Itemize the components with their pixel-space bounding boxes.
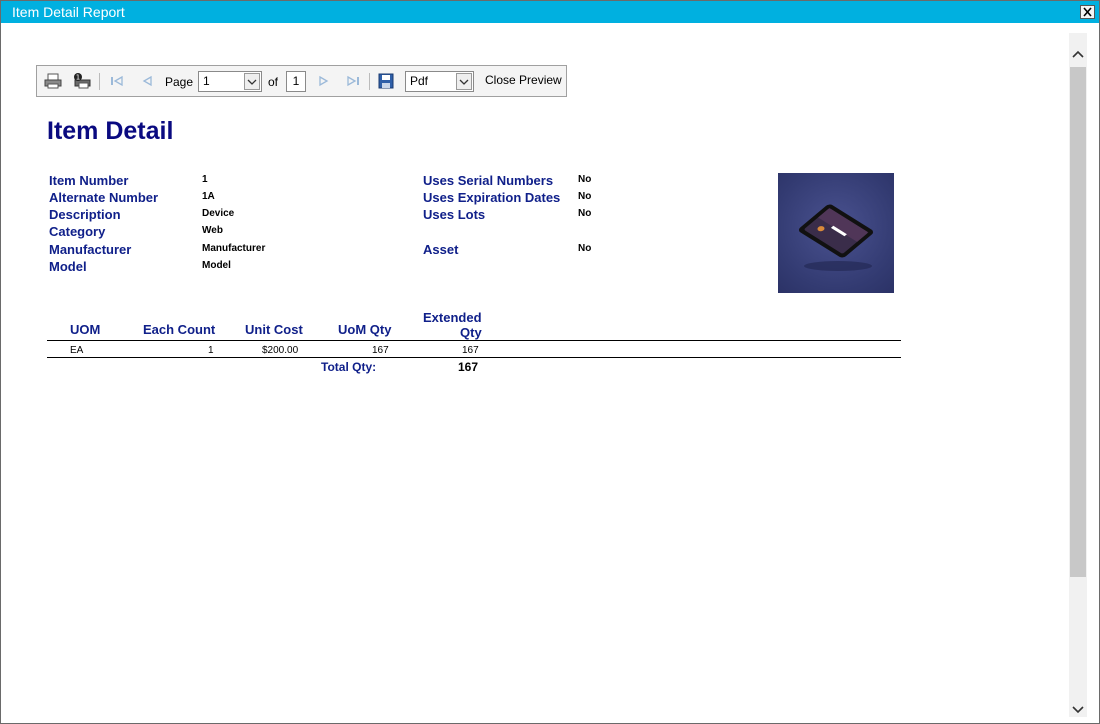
chevron-up-icon bbox=[1072, 50, 1084, 58]
asset-label: Asset bbox=[423, 242, 459, 257]
cell-unit-cost: $200.00 bbox=[262, 345, 299, 356]
scrollbar-thumb[interactable] bbox=[1070, 67, 1086, 577]
page-number-value: 1 bbox=[203, 74, 210, 88]
item-image bbox=[778, 173, 894, 293]
manufacturer-label: Manufacturer bbox=[49, 242, 132, 257]
category-value: Web bbox=[202, 225, 223, 236]
col-header-each-count: Each Count bbox=[143, 322, 216, 337]
close-window-button[interactable] bbox=[1080, 5, 1095, 19]
uses-serial-numbers-label: Uses Serial Numbers bbox=[423, 173, 554, 188]
report-title: Item Detail bbox=[47, 117, 174, 145]
of-label: of bbox=[268, 75, 279, 89]
model-label: Model bbox=[49, 259, 87, 274]
toolbar-separator bbox=[99, 73, 100, 90]
toolbar-separator bbox=[369, 73, 370, 90]
svg-text:1: 1 bbox=[76, 74, 80, 82]
item-number-label: Item Number bbox=[49, 173, 129, 188]
page-label: Page bbox=[165, 75, 194, 89]
chevron-down-icon[interactable] bbox=[456, 73, 472, 90]
report-viewer-toolbar: 1 Page 1 of 1 Pdf Close Preview bbox=[36, 65, 567, 97]
close-icon bbox=[1083, 7, 1092, 17]
col-header-unit-cost: Unit Cost bbox=[245, 322, 303, 337]
chevron-down-icon[interactable] bbox=[244, 73, 260, 90]
uses-serial-numbers-value: No bbox=[578, 174, 592, 185]
print-options-icon[interactable]: 1 bbox=[72, 72, 92, 90]
chevron-down-icon bbox=[1072, 706, 1084, 714]
model-value: Model bbox=[202, 260, 231, 271]
window-title: Item Detail Report bbox=[12, 4, 125, 20]
next-page-icon[interactable] bbox=[313, 72, 333, 90]
description-value: Device bbox=[202, 208, 235, 219]
title-bar: Item Detail Report bbox=[1, 1, 1099, 23]
cell-extended-qty: 167 bbox=[462, 345, 479, 356]
tablet-device-image bbox=[798, 204, 874, 271]
cell-uom: EA bbox=[70, 345, 84, 356]
scroll-up-button[interactable] bbox=[1069, 33, 1087, 67]
total-pages-field: 1 bbox=[286, 71, 306, 92]
scroll-down-button[interactable] bbox=[1069, 683, 1087, 717]
asset-value: No bbox=[578, 243, 592, 254]
uses-lots-value: No bbox=[578, 208, 592, 219]
export-format-select[interactable]: Pdf bbox=[405, 71, 474, 92]
save-disk-icon[interactable] bbox=[376, 72, 396, 90]
manufacturer-value: Manufacturer bbox=[202, 243, 266, 254]
export-format-value: Pdf bbox=[410, 74, 429, 88]
alternate-number-label: Alternate Number bbox=[49, 190, 159, 205]
col-header-uom-qty: UoM Qty bbox=[338, 322, 392, 337]
description-label: Description bbox=[49, 207, 121, 222]
first-page-icon[interactable] bbox=[107, 72, 127, 90]
total-pages-value: 1 bbox=[292, 74, 300, 88]
total-qty-label: Total Qty: bbox=[321, 360, 377, 374]
cell-each-count: 1 bbox=[208, 345, 214, 356]
previous-page-icon[interactable] bbox=[137, 72, 157, 90]
col-header-uom: UOM bbox=[70, 322, 101, 337]
table-total-divider bbox=[47, 357, 901, 358]
col-header-extended-line2: Qty bbox=[460, 325, 482, 340]
alternate-number-value: 1A bbox=[202, 191, 215, 202]
report-window: Item Detail Report 1 Page 1 of 1 Pdf Clo… bbox=[0, 0, 1100, 724]
uses-expiration-dates-value: No bbox=[578, 191, 592, 202]
last-page-icon[interactable] bbox=[343, 72, 363, 90]
close-preview-button[interactable]: Close Preview bbox=[485, 73, 562, 87]
category-label: Category bbox=[49, 224, 106, 239]
print-icon[interactable] bbox=[43, 72, 63, 90]
item-number-value: 1 bbox=[202, 174, 208, 185]
col-header-extended-line1: Extended bbox=[423, 310, 482, 325]
page-number-select[interactable]: 1 bbox=[198, 71, 262, 92]
uses-lots-label: Uses Lots bbox=[423, 207, 486, 222]
vertical-scrollbar[interactable] bbox=[1069, 33, 1087, 717]
cell-uom-qty: 167 bbox=[372, 345, 389, 356]
total-qty-value: 167 bbox=[458, 360, 479, 374]
table-header-divider bbox=[47, 340, 901, 341]
uses-expiration-dates-label: Uses Expiration Dates bbox=[423, 190, 561, 205]
